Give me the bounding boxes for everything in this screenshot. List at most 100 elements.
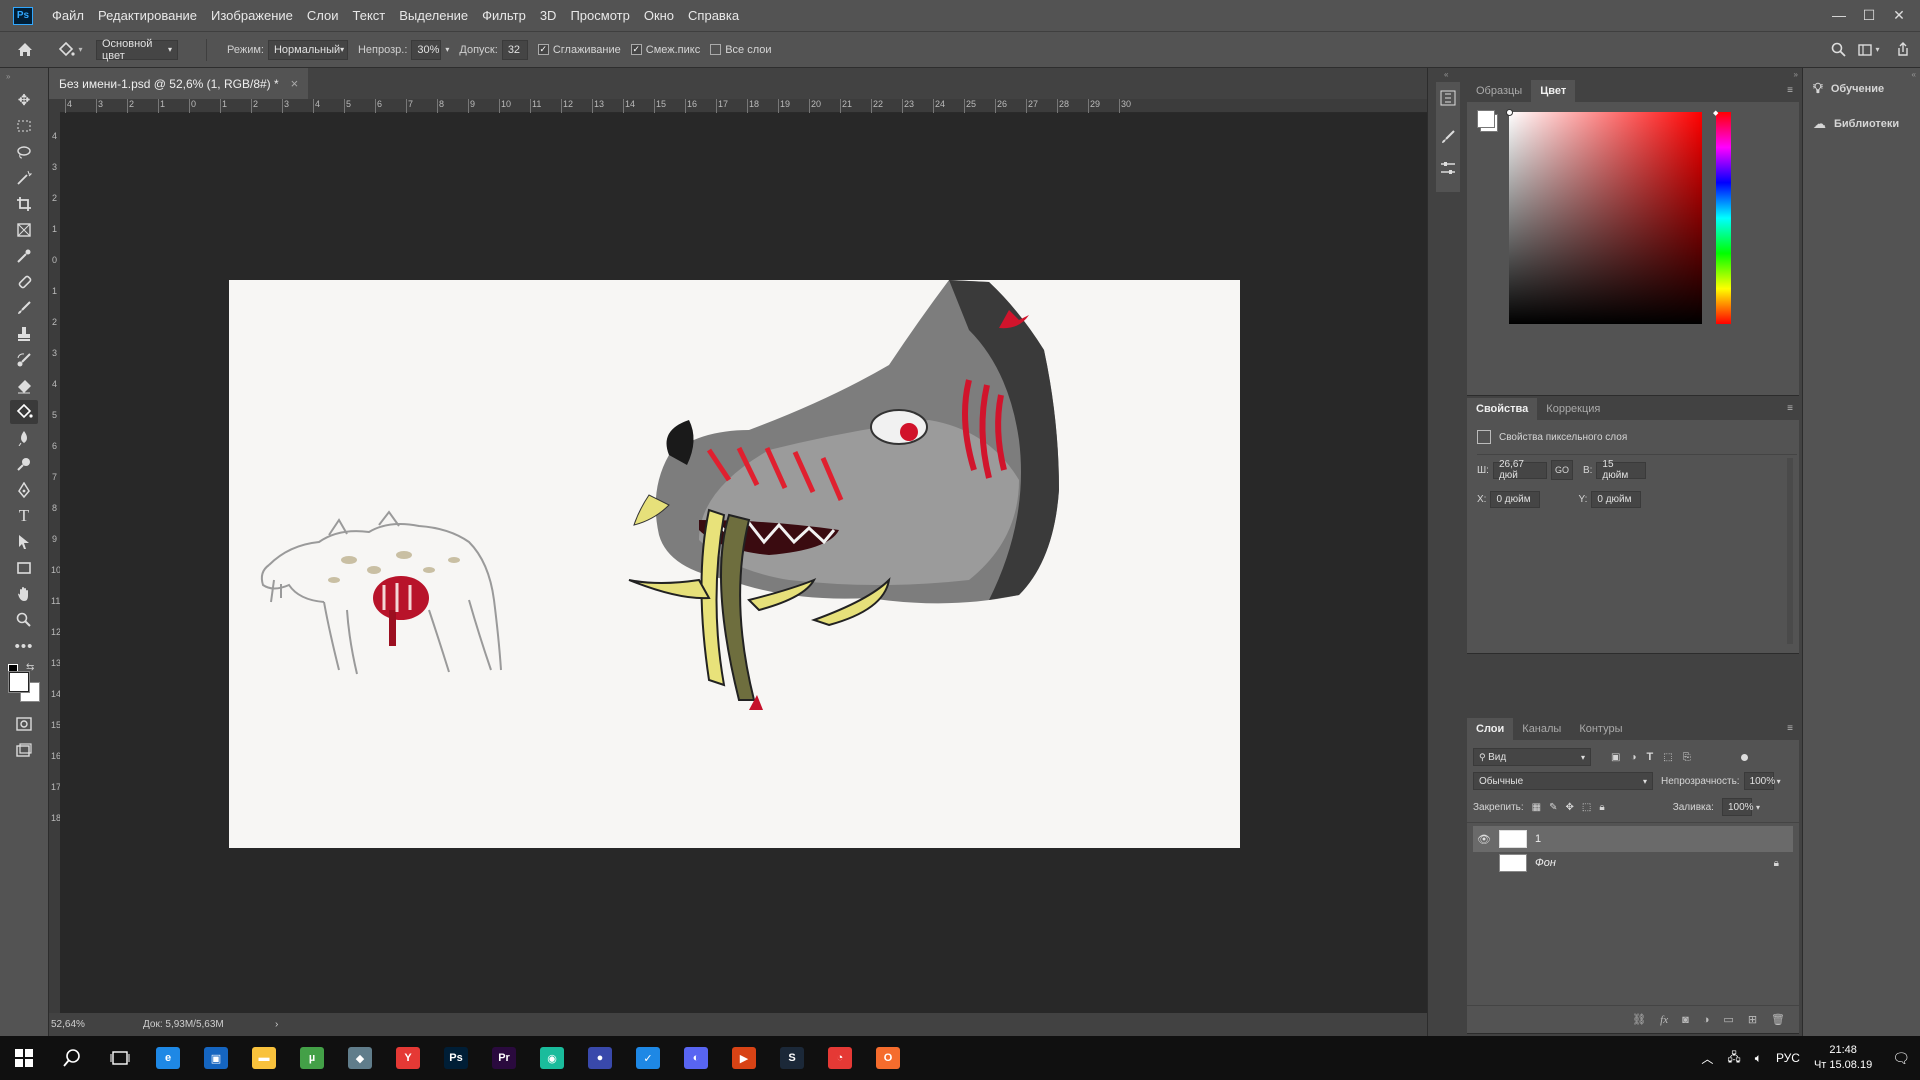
blur-tool-icon[interactable] xyxy=(10,426,38,450)
mode-select[interactable]: Нормальный ▾ xyxy=(267,39,348,60)
document-tab[interactable]: Без имени-1.psd @ 52,6% (1, RGB/8#) * × xyxy=(49,68,309,99)
x-input[interactable]: 0 дюйм xyxy=(1490,491,1541,508)
properties-menu-icon[interactable]: ≡ xyxy=(1787,403,1793,414)
properties-scrollbar[interactable] xyxy=(1787,458,1793,644)
home-icon[interactable] xyxy=(0,42,50,57)
menu-item[interactable]: Изображение xyxy=(204,0,300,31)
history-panel-icon[interactable] xyxy=(1440,90,1456,109)
filter-pixel-icon[interactable]: ▣ xyxy=(1611,752,1620,763)
taskbar-app[interactable]: e xyxy=(144,1036,192,1080)
libraries-button[interactable]: ☁︎ Библиотеки xyxy=(1813,116,1899,132)
collapse-panels-icon[interactable]: » xyxy=(1794,70,1798,79)
crop-tool-icon[interactable] xyxy=(10,192,38,216)
close-button[interactable]: ✕ xyxy=(1884,0,1914,31)
task-view-icon[interactable] xyxy=(96,1036,144,1080)
history-brush-tool-icon[interactable] xyxy=(10,348,38,372)
layer-row[interactable]: Фон 🔒︎ xyxy=(1473,850,1793,876)
path-selection-tool-icon[interactable] xyxy=(10,530,38,554)
layer-name[interactable]: 1 xyxy=(1535,833,1793,845)
menu-item[interactable]: Слои xyxy=(300,0,346,31)
search-icon[interactable] xyxy=(1824,42,1852,57)
fill-source-select[interactable]: Основной цвет ▾ xyxy=(96,38,178,62)
opacity-input[interactable]: 30% xyxy=(411,39,442,60)
color-field[interactable] xyxy=(1509,112,1702,324)
contiguous-checkbox[interactable]: ✓ xyxy=(630,44,642,55)
network-icon[interactable]: 🖧︎ xyxy=(1727,1048,1740,1069)
filter-type-icon[interactable]: T xyxy=(1647,751,1654,763)
height-input[interactable]: 15 дюйм xyxy=(1596,459,1647,481)
volume-icon[interactable]: 🔈︎ xyxy=(1755,1051,1762,1066)
hue-slider-handle-icon[interactable]: ◆ xyxy=(1713,109,1718,117)
hue-slider[interactable] xyxy=(1716,112,1731,324)
menu-item[interactable]: Справка xyxy=(681,0,746,31)
new-group-icon[interactable]: ▭ xyxy=(1723,1013,1733,1026)
taskbar-app[interactable]: ◔ xyxy=(816,1036,864,1080)
rectangle-tool-icon[interactable] xyxy=(10,556,38,580)
move-tool-icon[interactable]: ✥ xyxy=(10,88,38,112)
taskbar-app[interactable]: Y xyxy=(384,1036,432,1080)
eyedropper-tool-icon[interactable] xyxy=(10,244,38,268)
start-button[interactable] xyxy=(0,1036,48,1080)
tolerance-input[interactable]: 32 xyxy=(501,39,528,60)
taskbar-app[interactable]: µ xyxy=(288,1036,336,1080)
layer-thumbnail[interactable] xyxy=(1499,854,1527,872)
paint-bucket-preset-icon[interactable]: ▾ xyxy=(50,41,90,58)
expand-strip-icon[interactable]: « xyxy=(1444,70,1448,79)
fill-dropdown-icon[interactable]: ▾ xyxy=(1756,803,1760,812)
all-layers-checkbox[interactable] xyxy=(710,44,722,55)
collapse-learn-icon[interactable]: « xyxy=(1912,70,1916,79)
filter-toggle-icon[interactable] xyxy=(1740,753,1748,761)
zoom-tool-icon[interactable] xyxy=(10,608,38,632)
marquee-tool-icon[interactable] xyxy=(10,114,38,138)
search-taskbar-icon[interactable] xyxy=(48,1036,96,1080)
menu-item[interactable]: Файл xyxy=(45,0,91,31)
taskbar-app[interactable]: O xyxy=(864,1036,912,1080)
filter-adjustment-icon[interactable]: ◑ xyxy=(1630,752,1636,763)
dodge-tool-icon[interactable] xyxy=(10,452,38,476)
brush-tool-icon[interactable] xyxy=(10,296,38,320)
panel-tab[interactable]: Образцы xyxy=(1467,80,1531,102)
layer-visibility-icon[interactable]: 👁︎ xyxy=(1473,833,1495,846)
hand-tool-icon[interactable] xyxy=(10,582,38,606)
canvas-area[interactable] xyxy=(60,113,1427,1013)
workspace-icon[interactable]: ▾ xyxy=(1852,43,1886,56)
collapse-toolbar-icon[interactable]: » xyxy=(6,72,10,81)
link-layers-icon[interactable]: ⛓ xyxy=(1632,1013,1646,1026)
opacity-dropdown-icon[interactable]: ▾ xyxy=(445,45,449,54)
paint-bucket-tool-icon[interactable] xyxy=(10,400,38,424)
menu-item[interactable]: Фильтр xyxy=(475,0,533,31)
width-input[interactable]: 26,67 дюй xyxy=(1492,459,1547,481)
filter-shape-icon[interactable]: ⬚ xyxy=(1663,752,1672,763)
taskbar-app[interactable]: ✓ xyxy=(624,1036,672,1080)
filter-smart-object-icon[interactable]: ⎘ xyxy=(1683,752,1691,763)
menu-item[interactable]: 3D xyxy=(533,0,564,31)
delete-layer-icon[interactable]: 🗑︎ xyxy=(1771,1013,1785,1026)
layer-opacity-dropdown-icon[interactable]: ▾ xyxy=(1777,777,1781,786)
panel-tab[interactable]: Коррекция xyxy=(1537,398,1609,420)
taskbar-app[interactable]: Ps xyxy=(432,1036,480,1080)
adjustments-sliders-icon[interactable] xyxy=(1440,160,1456,179)
layer-thumbnail[interactable] xyxy=(1499,830,1527,848)
menu-item[interactable]: Выделение xyxy=(392,0,475,31)
layers-menu-icon[interactable]: ≡ xyxy=(1787,723,1793,734)
close-tab-icon[interactable]: × xyxy=(291,76,299,91)
minimize-button[interactable]: — xyxy=(1824,0,1854,31)
color-field-cursor[interactable] xyxy=(1506,109,1513,116)
new-layer-icon[interactable]: ⊞ xyxy=(1748,1013,1757,1026)
type-tool-icon[interactable]: T xyxy=(10,504,38,528)
foreground-color-swatch[interactable] xyxy=(9,672,29,692)
menu-item[interactable]: Просмотр xyxy=(563,0,636,31)
language-indicator[interactable]: РУС xyxy=(1776,1051,1800,1065)
taskbar-app[interactable]: ◐ xyxy=(672,1036,720,1080)
link-dimensions-icon[interactable]: GO xyxy=(1550,460,1573,480)
blend-mode-select[interactable]: Обычные ▾ xyxy=(1473,772,1653,790)
menu-item[interactable]: Редактирование xyxy=(91,0,204,31)
layer-opacity-input[interactable]: 100% xyxy=(1743,772,1775,790)
lock-artboard-icon[interactable]: ⬚ xyxy=(1582,802,1591,813)
share-icon[interactable] xyxy=(1886,42,1920,57)
taskbar-app[interactable]: ▶ xyxy=(720,1036,768,1080)
layer-style-icon[interactable]: fx xyxy=(1660,1014,1668,1026)
taskbar-app[interactable]: Pr xyxy=(480,1036,528,1080)
lock-transparent-icon[interactable]: ▦ xyxy=(1532,802,1541,813)
y-input[interactable]: 0 дюйм xyxy=(1591,491,1642,508)
